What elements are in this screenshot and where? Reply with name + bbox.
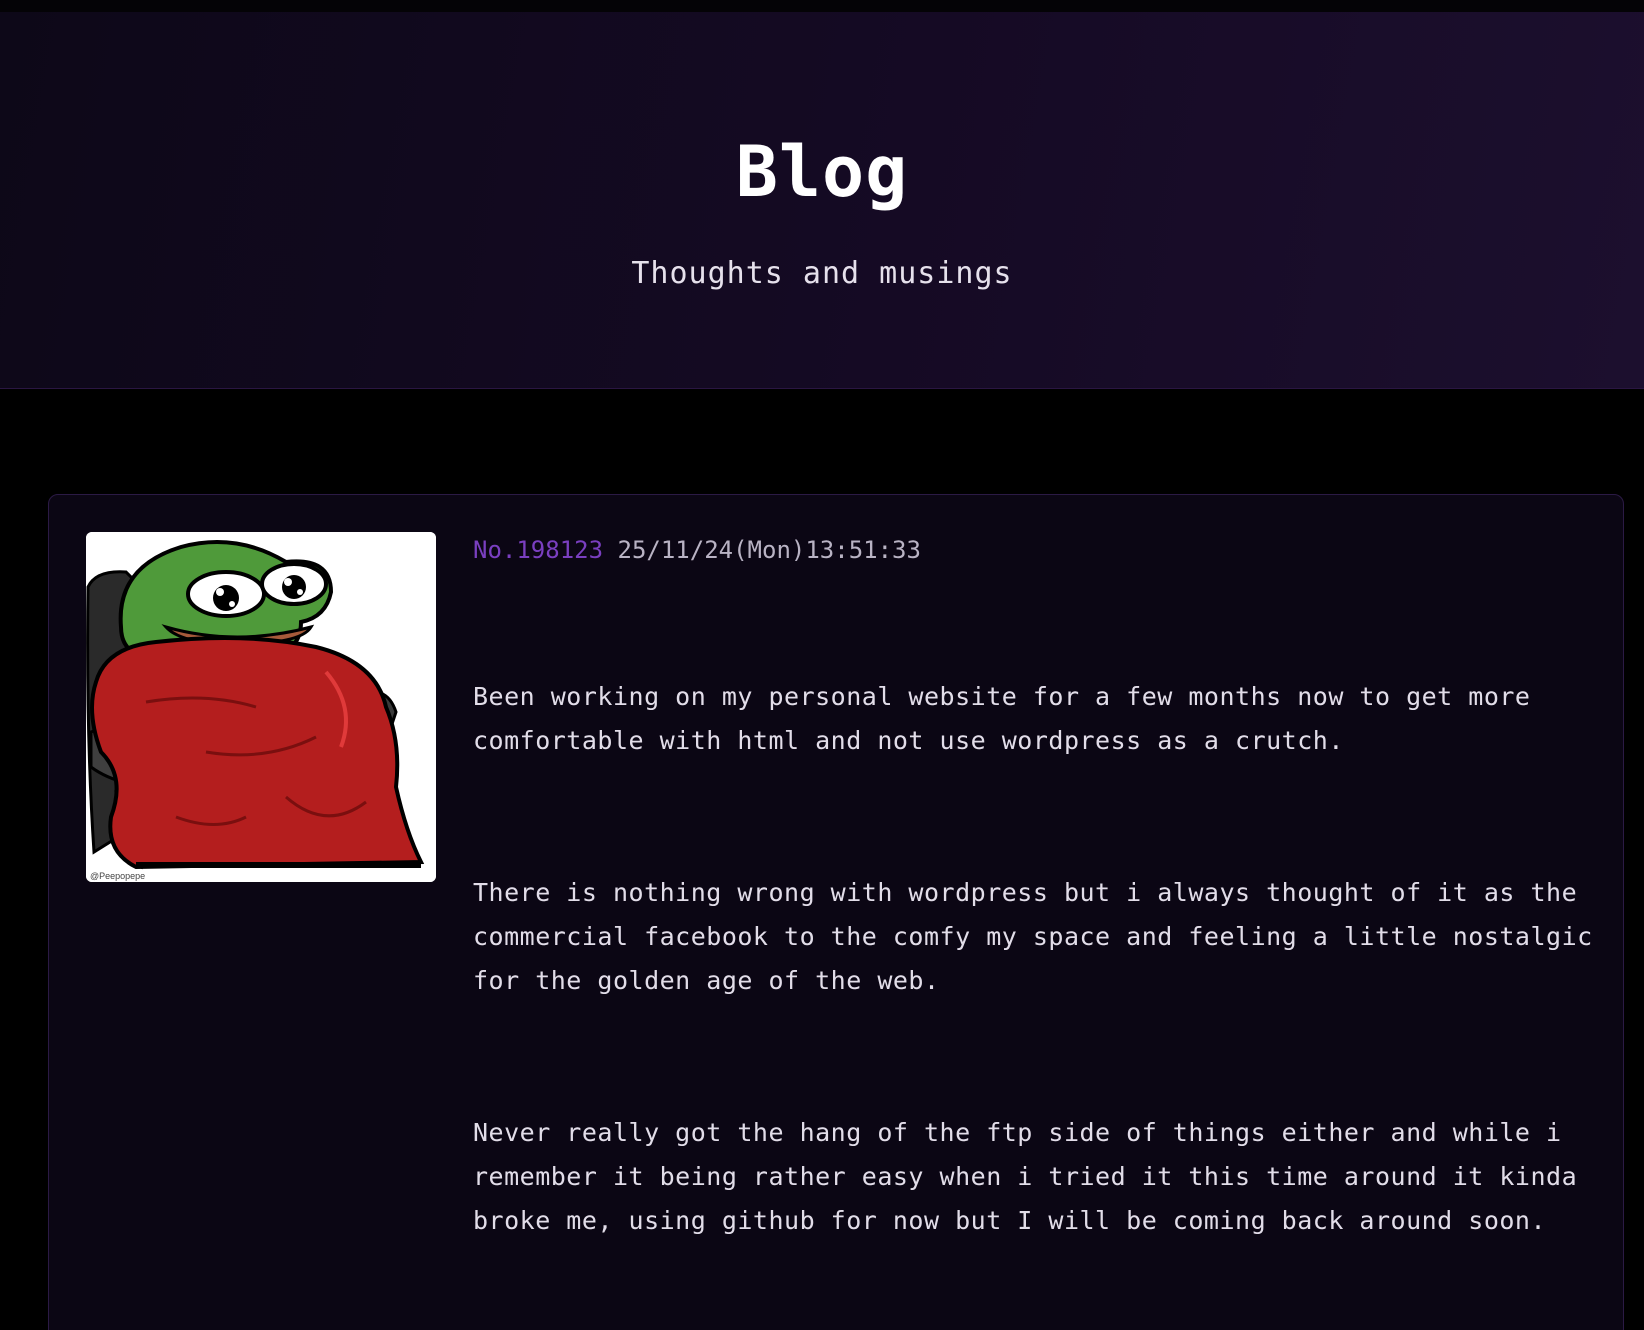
pepe-blanket-image (86, 532, 436, 882)
post-paragraph: Been working on my personal website for … (473, 682, 1531, 755)
page-title: Blog (735, 131, 909, 213)
post-number-link[interactable]: No.198123 (473, 536, 603, 564)
post-meta: No.198123 25/11/24(Mon)13:51:33 (473, 535, 921, 565)
blog-post: @Peepopepe No.198123 25/11/24(Mon)13:51:… (48, 494, 1624, 1330)
post-body: Been working on my personal website for … (473, 675, 1593, 1330)
blog-header: Blog Thoughts and musings (0, 12, 1644, 389)
top-strip (0, 0, 1644, 12)
page-subtitle: Thoughts and musings (631, 256, 1013, 291)
post-paragraph: Never really got the hang of the ftp sid… (473, 1118, 1578, 1235)
post-paragraph: There is nothing wrong with wordpress bu… (473, 878, 1593, 995)
post-image[interactable]: @Peepopepe (86, 532, 436, 882)
image-credit: @Peepopepe (90, 871, 146, 881)
post-date: 25/11/24(Mon)13:51:33 (617, 536, 921, 564)
